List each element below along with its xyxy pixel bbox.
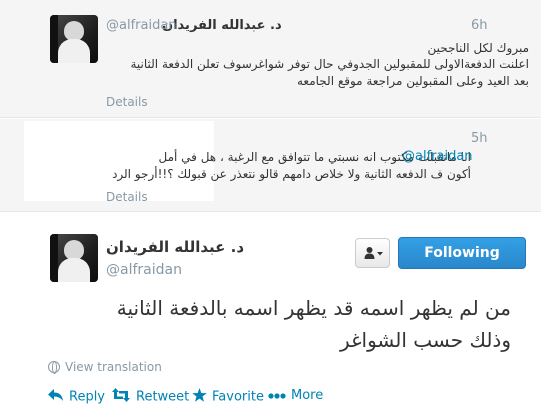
author-name[interactable]: د. عبدالله الفريدان	[162, 18, 282, 33]
more-button[interactable]: More	[268, 388, 323, 403]
user-actions-button[interactable]	[355, 238, 390, 268]
tweet-1[interactable]: د. عبدالله الفريدان @alfraidan 6h مبروك …	[0, 0, 541, 118]
author-handle[interactable]: @alfraidan	[106, 18, 177, 33]
retweet-label[interactable]: Retweet	[136, 390, 189, 405]
reply-button[interactable]: Reply	[48, 388, 105, 406]
author-name[interactable]: د. عبدالله الفريدان	[106, 238, 244, 256]
view-translation-label[interactable]: View translation	[65, 360, 162, 374]
tweet-text-line-3: بعد العيد وعلى المقبولين مراجعة موقع الج…	[297, 74, 529, 88]
retweet-button[interactable]: Retweet	[111, 388, 189, 406]
details-link[interactable]: Details	[106, 95, 148, 109]
globe-icon	[48, 361, 60, 374]
star-icon	[192, 388, 207, 406]
avatar[interactable]	[50, 15, 98, 63]
reply-icon	[48, 388, 64, 406]
user-dropdown-icon	[364, 246, 384, 264]
mention-link[interactable]: @alfraidan	[402, 149, 473, 164]
tweet-text-line-2: وذلك حسب الشواغر	[340, 328, 511, 352]
tweet-text-line-1: مبروك لكل الناجحين	[427, 41, 529, 55]
tweet-2[interactable]: 5h انا ماتقبلت مكتوب انه نسبتي ما تتوافق…	[0, 119, 541, 212]
more-dots-icon	[268, 388, 286, 403]
reply-text-line-2: أكون ف الدفعه الثانية ولا خلاص دامهم قال…	[112, 167, 471, 181]
favorite-label[interactable]: Favorite	[212, 390, 264, 405]
view-translation-link[interactable]: View translation	[48, 360, 162, 374]
details-link[interactable]: Details	[106, 190, 148, 204]
more-label[interactable]: More	[291, 388, 323, 403]
expanded-tweet: د. عبدالله الفريدان @alfraidan Following…	[0, 213, 541, 418]
timestamp[interactable]: 5h	[471, 131, 488, 146]
reply-label[interactable]: Reply	[69, 390, 105, 405]
tweet-actions: Reply Retweet Favorite More	[0, 388, 541, 408]
retweet-icon	[111, 388, 131, 406]
following-button[interactable]: Following	[398, 237, 526, 269]
tweet-text-line-2: اعلنت الدفعةالاولى للمقبولين الجدوفي حال…	[130, 57, 529, 71]
avatar[interactable]	[50, 234, 98, 282]
author-handle[interactable]: @alfraidan	[106, 262, 182, 278]
tweet-text-line-1: من لم يظهر اسمه قد يظهر اسمه بالدفعة الث…	[116, 296, 511, 320]
favorite-button[interactable]: Favorite	[192, 388, 264, 406]
timestamp[interactable]: 6h	[471, 18, 488, 33]
